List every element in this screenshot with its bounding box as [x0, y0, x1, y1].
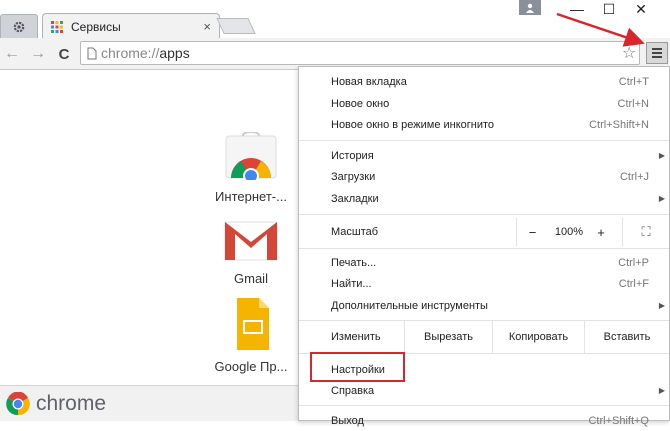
apps-settings-tab[interactable]	[0, 14, 38, 38]
menu-item-shortcut: Ctrl+N	[617, 97, 649, 110]
address-bar[interactable]: chrome://apps	[80, 41, 640, 65]
url-scheme: chrome://	[101, 45, 160, 61]
app-label: Gmail	[234, 271, 268, 286]
menu-item-new-window[interactable]: Новое окно Ctrl+N	[299, 93, 669, 114]
menu-item-downloads[interactable]: Загрузки Ctrl+J	[299, 166, 669, 187]
url-text: chrome://apps	[101, 45, 190, 61]
close-window-button[interactable]: ✕	[626, 0, 656, 18]
menu-item-label: Новое окно	[331, 97, 390, 110]
menu-item-more-tools[interactable]: Дополнительные инструменты ▶	[299, 295, 669, 316]
paste-button[interactable]: Вставить	[584, 321, 669, 353]
menu-bar	[652, 56, 662, 58]
cut-button[interactable]: Вырезать	[404, 321, 492, 353]
slides-icon	[237, 298, 269, 350]
app-label: Google Пр...	[214, 359, 288, 374]
chrome-menu-button[interactable]	[646, 42, 668, 64]
new-tab-button[interactable]	[216, 18, 256, 34]
back-button[interactable]: ←	[2, 44, 22, 64]
menu-separator	[299, 248, 669, 249]
menu-bar	[652, 52, 662, 54]
menu-item-shortcut: Ctrl+F	[618, 277, 649, 290]
menu-item-shortcut: Ctrl+P	[618, 256, 649, 269]
edit-label: Изменить	[331, 331, 381, 343]
menu-separator	[299, 405, 669, 406]
apps-grid-icon	[51, 20, 63, 33]
menu-item-find[interactable]: Найти... Ctrl+F	[299, 273, 669, 294]
settings-highlight-box	[310, 352, 405, 382]
menu-item-help[interactable]: Справка ▶	[299, 380, 669, 401]
menu-item-label: Новая вкладка	[331, 75, 407, 88]
menu-item-label: Новое окно в режиме инкогнито	[331, 118, 495, 131]
menu-item-history[interactable]: История ▶	[299, 145, 669, 166]
minimize-button[interactable]: —	[562, 0, 592, 18]
menu-item-label: Печать...	[331, 256, 377, 269]
chrome-wordmark: chrome	[36, 391, 107, 415]
menu-item-label: Дополнительные инструменты	[331, 299, 488, 312]
menu-item-label: Закладки	[331, 192, 379, 205]
zoom-out-button[interactable]: −	[516, 218, 548, 246]
menu-item-bookmarks[interactable]: Закладки ▶	[299, 188, 669, 209]
forward-button[interactable]: →	[28, 44, 48, 64]
bottom-brand-bar: chrome	[0, 385, 298, 421]
url-path: apps	[159, 45, 190, 61]
menu-item-print[interactable]: Печать... Ctrl+P	[299, 252, 669, 273]
tab-services[interactable]: Сервисы ×	[42, 13, 220, 39]
copy-button[interactable]: Копировать	[492, 321, 584, 353]
menu-item-label: История	[331, 149, 374, 162]
tab-title: Сервисы	[71, 19, 121, 34]
submenu-arrow-icon: ▶	[658, 386, 665, 395]
webstore-icon	[225, 130, 277, 184]
title-bar: Сервисы × — ☐ ✕	[0, 0, 670, 39]
app-webstore[interactable]: Интернет-...	[206, 130, 296, 204]
user-icon	[526, 3, 534, 13]
page-icon	[87, 47, 97, 59]
maximize-button[interactable]: ☐	[594, 0, 624, 18]
submenu-arrow-icon: ▶	[658, 151, 665, 160]
submenu-arrow-icon: ▶	[658, 301, 665, 310]
menu-item-label: Загрузки	[331, 170, 376, 183]
profile-button[interactable]	[519, 0, 541, 15]
app-slides[interactable]: Google Пр...	[206, 298, 296, 374]
menu-item-incognito[interactable]: Новое окно в режиме инкогнито Ctrl+Shift…	[299, 114, 669, 135]
menu-edit-row: Изменить Вырезать Копировать Вставить	[299, 320, 669, 354]
app-gmail[interactable]: Gmail	[206, 218, 296, 286]
menu-item-new-tab[interactable]: Новая вкладка Ctrl+T	[299, 71, 669, 92]
tab-close-icon[interactable]: ×	[203, 19, 211, 34]
menu-item-label: Справка	[331, 384, 375, 397]
menu-item-shortcut: Ctrl+T	[618, 75, 649, 88]
fullscreen-icon[interactable]: ⛶	[622, 218, 669, 246]
menu-separator	[299, 140, 669, 141]
bookmark-star-icon[interactable]: ☆	[622, 43, 636, 63]
menu-item-label: Масштаб	[331, 225, 379, 238]
app-label: Интернет-...	[215, 189, 287, 204]
menu-bar	[652, 48, 662, 50]
gmail-icon	[224, 221, 278, 261]
menu-item-label: Найти...	[331, 277, 372, 290]
gear-icon	[13, 21, 25, 32]
menu-item-shortcut: Ctrl+J	[619, 170, 649, 183]
menu-item-zoom: Масштаб	[299, 221, 669, 242]
reload-button[interactable]: C	[54, 44, 74, 64]
zoom-value: 100%	[554, 226, 584, 238]
submenu-arrow-icon: ▶	[658, 194, 665, 203]
zoom-in-button[interactable]: +	[590, 218, 612, 246]
menu-item-shortcut: Ctrl+Shift+N	[589, 118, 649, 131]
menu-separator	[299, 214, 669, 215]
chrome-logo-icon	[6, 391, 30, 415]
